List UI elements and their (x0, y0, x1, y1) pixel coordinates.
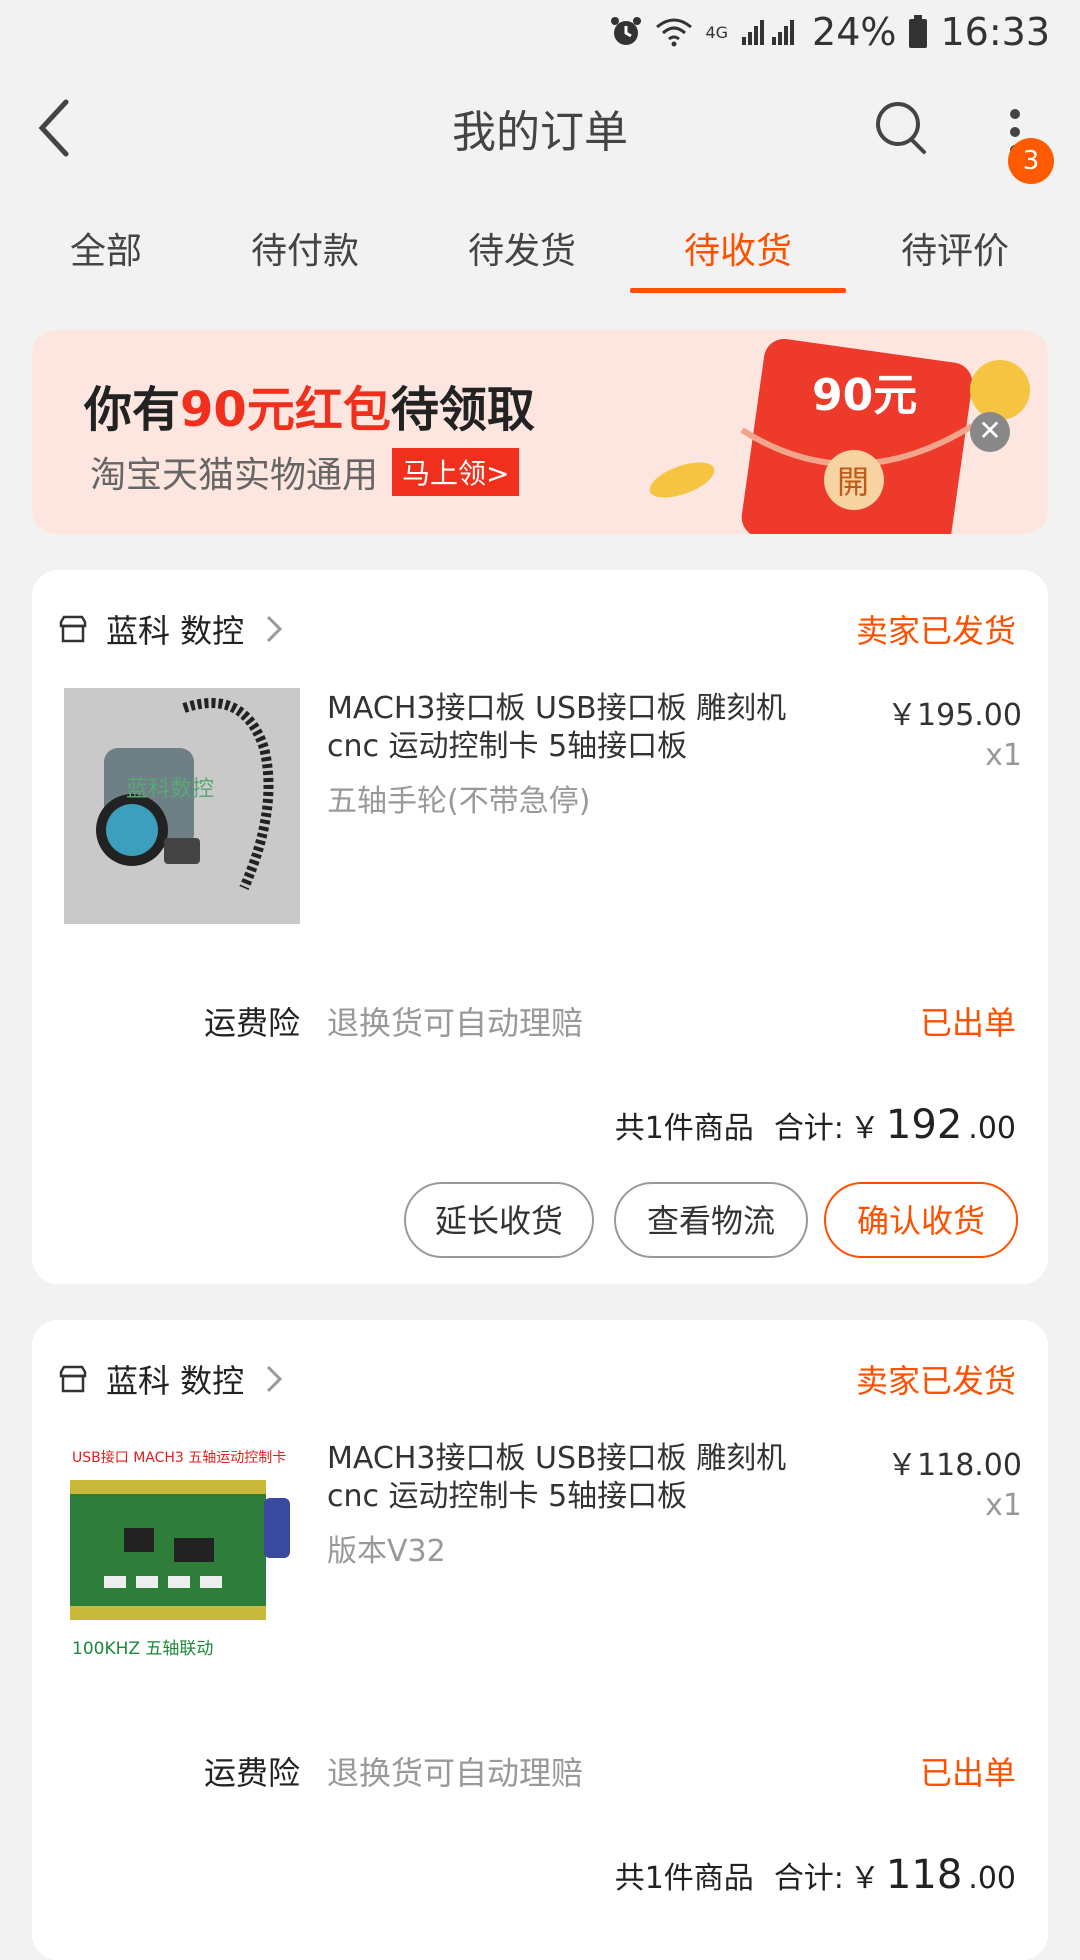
claim-button[interactable]: 马上领> (392, 448, 520, 496)
header: 我的订单 3 (0, 66, 1080, 190)
total-integer: 118 (885, 1852, 963, 1898)
tab-all[interactable]: 全部 (6, 222, 206, 274)
status-bar: 4G 24% 16:33 (0, 0, 1080, 66)
wifi-icon (655, 17, 693, 47)
confirm-receipt-button[interactable]: 确认收货 (824, 1182, 1018, 1258)
banner-amount: 90元红包 (180, 382, 391, 438)
insurance-status: 已出单 (919, 1754, 1016, 1792)
product-sku: 五轴手轮(不带急停) (327, 784, 591, 819)
order-tabs: 全部 待付款 待发货 待收货 待评价 (0, 190, 1080, 294)
network-type: 4G (705, 22, 729, 42)
product-image[interactable]: USB接口 MACH3 五轴运动控制卡 100KHZ 五轴联动 (64, 1438, 300, 1674)
view-logistics-button[interactable]: 查看物流 (614, 1182, 808, 1258)
search-button[interactable] (870, 96, 934, 160)
red-packet-banner[interactable]: 你有90元红包待领取 淘宝天猫实物通用 马上领> 90元 開 ✕ (32, 330, 1048, 534)
tab-pending-shipment[interactable]: 待发货 (422, 222, 622, 274)
banner-sub: 淘宝天猫实物通用 马上领> (90, 446, 520, 498)
banner-headline: 你有90元红包待领取 (84, 370, 535, 440)
total-decimal: .00 (968, 1111, 1016, 1146)
banner-sub-text: 淘宝天猫实物通用 (90, 455, 379, 496)
notification-badge: 3 (1008, 138, 1054, 184)
product-image-watermark: 蓝科数控 (126, 777, 214, 802)
product-price: ￥118.00 (887, 1448, 1022, 1483)
shop-icon (59, 1365, 87, 1393)
total-integer: 192 (885, 1102, 963, 1148)
banner-prefix: 你有 (84, 382, 181, 438)
clock: 16:33 (940, 10, 1050, 54)
close-banner-button[interactable]: ✕ (970, 412, 1010, 452)
alarm-icon (609, 15, 643, 49)
insurance-status: 已出单 (919, 1004, 1016, 1042)
item-count: 共1件商品 (614, 1861, 754, 1896)
order-status: 卖家已发货 (855, 612, 1016, 650)
product-title[interactable]: MACH3接口板 USB接口板 雕刻机 cnc 运动控制卡 5轴接口板 (327, 1440, 847, 1516)
total-decimal: .00 (968, 1861, 1016, 1896)
product-sku: 版本V32 (327, 1534, 446, 1569)
shop-link[interactable]: 蓝科 数控 (58, 606, 286, 652)
extend-receipt-button[interactable]: 延长收货 (404, 1182, 594, 1258)
signal-icon (740, 17, 800, 47)
shop-name: 蓝科 数控 (106, 612, 245, 650)
envelope-label: 90元 (812, 370, 917, 421)
item-count: 共1件商品 (614, 1111, 754, 1146)
total-label: 合计: (773, 1861, 844, 1896)
chevron-right-icon (267, 615, 283, 643)
product-image-bottom-text: 100KHZ 五轴联动 (72, 1639, 213, 1659)
order-status: 卖家已发货 (855, 1362, 1016, 1400)
active-tab-indicator (630, 288, 846, 293)
battery-icon (908, 15, 928, 49)
insurance-label: 运费险 (204, 1754, 301, 1792)
tab-pending-payment[interactable]: 待付款 (205, 222, 405, 274)
battery-percent: 24% (812, 10, 897, 54)
total-label: 合计: (773, 1111, 844, 1146)
order-card: 蓝科 数控 卖家已发货 USB接口 MACH3 五轴运动控制卡 100KHZ 五… (32, 1320, 1048, 1960)
product-quantity: x1 (985, 738, 1022, 773)
chevron-right-icon (267, 1365, 283, 1393)
shop-icon (59, 615, 87, 643)
insurance-label: 运费险 (204, 1004, 301, 1042)
tab-pending-review[interactable]: 待评价 (855, 222, 1055, 274)
order-total: 共1件商品 合计: ￥ 118.00 (615, 1852, 1016, 1898)
close-icon: ✕ (978, 414, 1002, 447)
product-title[interactable]: MACH3接口板 USB接口板 雕刻机 cnc 运动控制卡 5轴接口板 (327, 690, 847, 766)
total-currency: ￥ (849, 1111, 880, 1146)
status-icons: 4G 24% 16:33 (609, 10, 1050, 54)
insurance-desc: 退换货可自动理赔 (327, 1754, 584, 1792)
order-total: 共1件商品 合计: ￥ 192.00 (615, 1102, 1016, 1148)
shop-link[interactable]: 蓝科 数控 (58, 1356, 286, 1402)
insurance-desc: 退换货可自动理赔 (327, 1004, 584, 1042)
product-image[interactable]: 蓝科数控 (64, 688, 300, 924)
product-image-top-text: USB接口 MACH3 五轴运动控制卡 (72, 1449, 286, 1466)
envelope-seal: 開 (837, 463, 869, 501)
search-icon (876, 102, 926, 154)
product-price: ￥195.00 (887, 698, 1022, 733)
total-currency: ￥ (849, 1861, 880, 1896)
order-card: 蓝科 数控 卖家已发货 蓝科数控 MACH3接口板 USB接口板 雕刻机 cnc… (32, 570, 1048, 1284)
shop-name: 蓝科 数控 (106, 1362, 245, 1400)
banner-suffix: 待领取 (390, 382, 535, 438)
tab-pending-receipt[interactable]: 待收货 (638, 222, 838, 274)
product-quantity: x1 (985, 1488, 1022, 1523)
